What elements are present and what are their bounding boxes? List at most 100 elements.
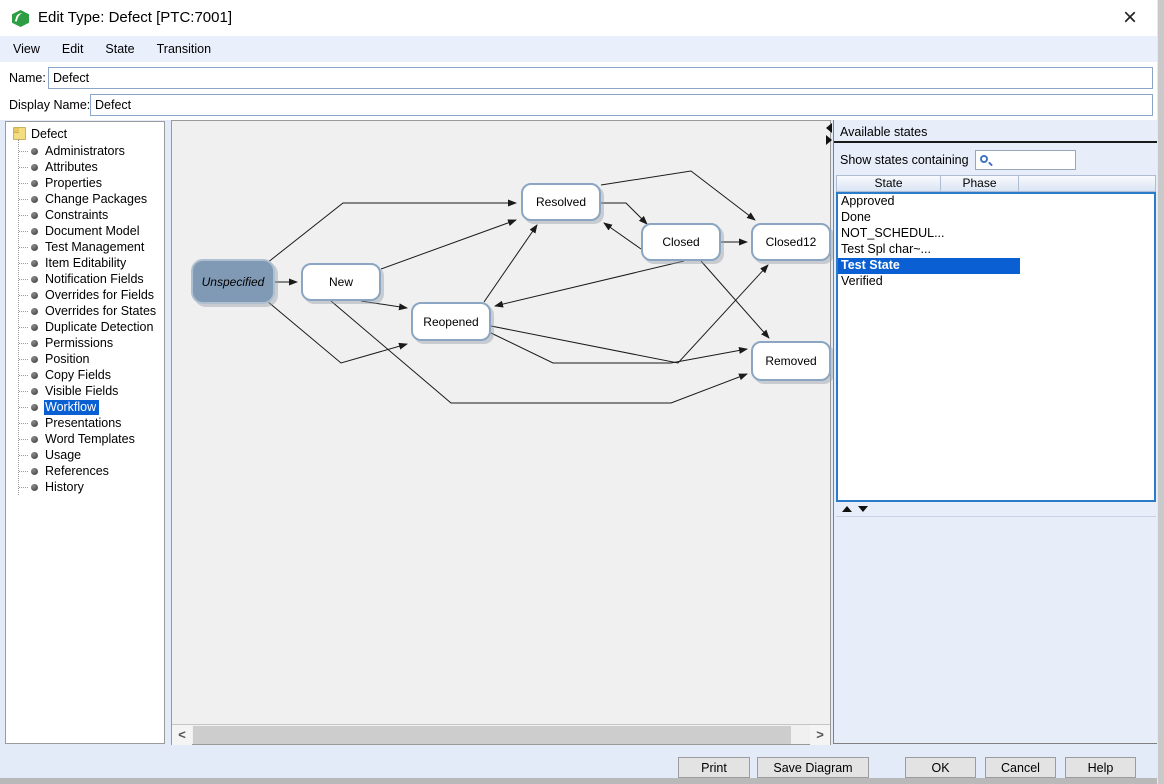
state-node-unspecified[interactable]: Unspecified [191,259,275,304]
menu-edit[interactable]: Edit [51,36,95,62]
tree-item-constraints[interactable]: Constraints [6,207,164,223]
state-node-new[interactable]: New [301,263,381,301]
filter-label: Show states containing [840,153,969,167]
bullet-icon [31,324,38,331]
tree-item-visible-fields[interactable]: Visible Fields [6,383,164,399]
splitter-collapse-left-icon[interactable] [826,123,832,133]
transition-edge-resolved-to-closed12[interactable] [601,171,755,220]
state-row-verified[interactable]: Verified [838,274,1154,290]
tree-item-usage[interactable]: Usage [6,447,164,463]
bullet-icon [31,164,38,171]
save-diagram-button[interactable]: Save Diagram [757,757,869,778]
tree-connector [19,471,28,472]
tree-item-item-editability[interactable]: Item Editability [6,255,164,271]
bullet-icon [31,404,38,411]
tree-item-properties[interactable]: Properties [6,175,164,191]
tree-item-overrides-for-fields[interactable]: Overrides for Fields [6,287,164,303]
transition-edge-reopened-to-closed12[interactable] [491,265,768,363]
state-node-closed[interactable]: Closed [641,223,721,261]
menu-view[interactable]: View [2,36,51,62]
tree-item-word-templates[interactable]: Word Templates [6,431,164,447]
display-name-field[interactable] [90,94,1153,116]
menu-transition[interactable]: Transition [146,36,222,62]
state-row-not-schedul[interactable]: NOT_SCHEDUL... [838,226,1154,242]
tree-item-copy-fields[interactable]: Copy Fields [6,367,164,383]
transition-edge-unspecified-to-resolved[interactable] [267,203,516,263]
transition-edge-closed-to-reopened[interactable] [495,261,684,306]
transition-edge-new-to-resolved[interactable] [381,220,516,269]
splitter-up-icon[interactable] [842,506,852,512]
available-states-panel: Available states Show states containing … [833,120,1157,744]
tree-item-duplicate-detection[interactable]: Duplicate Detection [6,319,164,335]
cancel-button[interactable]: Cancel [985,757,1056,778]
state-row-test-spl-char[interactable]: Test Spl char~... [838,242,1154,258]
transition-edge-resolved-to-closed[interactable] [601,203,647,224]
scrollbar-thumb[interactable] [193,726,791,744]
tree-item-permissions[interactable]: Permissions [6,335,164,351]
state-node-resolved[interactable]: Resolved [521,183,601,221]
bullet-icon [31,276,38,283]
tree-item-label: Overrides for Fields [44,288,157,303]
type-form: Name: Display Name: [0,62,1157,120]
splitter-expand-right-icon[interactable] [826,135,832,145]
states-search-box[interactable] [975,150,1076,170]
state-node-reopened[interactable]: Reopened [411,302,491,341]
tree-connector [19,215,28,216]
tree-item-label: Visible Fields [44,384,121,399]
tree-connector [19,199,28,200]
tree-item-presentations[interactable]: Presentations [6,415,164,431]
tree-connector [19,295,28,296]
tree-item-test-management[interactable]: Test Management [6,239,164,255]
transition-edge-reopened-to-resolved[interactable] [484,225,537,302]
transition-edge-reopened-to-removed[interactable] [491,333,747,363]
ok-button[interactable]: OK [905,757,976,778]
column-header-phase[interactable]: Phase [941,175,1019,192]
tree-item-notification-fields[interactable]: Notification Fields [6,271,164,287]
bullet-icon [31,196,38,203]
window-title: Edit Type: Defect [PTC:7001] [38,9,232,26]
column-header-state[interactable]: State [836,175,941,192]
scroll-left-button[interactable]: < [172,725,192,745]
transition-edge-unspecified-to-reopened[interactable] [267,301,407,363]
bullet-icon [31,180,38,187]
tree-item-document-model[interactable]: Document Model [6,223,164,239]
tree-connector [19,375,28,376]
workflow-diagram-canvas[interactable]: Unspecified New Reopened Resolved Closed Clos… [172,121,830,724]
scroll-right-button[interactable]: > [810,725,830,745]
tree-connector [19,311,28,312]
search-icon [980,155,988,163]
tree-item-label: Item Editability [44,256,129,271]
transition-edge-new-to-removed[interactable] [331,301,747,403]
tree-root-defect[interactable]: Defect [6,125,164,142]
tree-item-history[interactable]: History [6,479,164,495]
tree-item-references[interactable]: References [6,463,164,479]
diagram-horizontal-scrollbar[interactable]: < > [172,724,830,744]
tree-item-administrators[interactable]: Administrators [6,143,164,159]
menu-state[interactable]: State [94,36,145,62]
transition-edge-new-to-reopened[interactable] [361,301,407,308]
state-node-removed[interactable]: Removed [751,341,831,381]
tree-item-position[interactable]: Position [6,351,164,367]
states-filter-row: Show states containing [834,146,1157,174]
tree-item-workflow[interactable]: Workflow [6,399,164,415]
footer-bar: Print Save Diagram OK Cancel Help [0,745,1157,778]
states-search-input[interactable] [992,152,1074,168]
state-row-done[interactable]: Done [838,210,1154,226]
tree-item-attributes[interactable]: Attributes [6,159,164,175]
tree-item-change-packages[interactable]: Change Packages [6,191,164,207]
help-button[interactable]: Help [1065,757,1136,778]
state-row-test-state[interactable]: Test State [838,258,1020,274]
display-name-label: Display Name: [9,98,90,112]
available-states-title: Available states [834,123,1157,143]
state-row-approved[interactable]: Approved [838,194,1154,210]
state-node-closed12[interactable]: Closed12 [751,223,831,261]
name-field[interactable] [48,67,1153,89]
splitter-down-icon[interactable] [858,506,868,512]
tree-item-overrides-for-states[interactable]: Overrides for States [6,303,164,319]
bullet-icon [31,372,38,379]
tree-connector [19,247,28,248]
close-icon[interactable]: × [1117,4,1143,32]
print-button[interactable]: Print [678,757,750,778]
transition-edge-closed-to-resolved[interactable] [604,223,641,249]
tree-connector [19,231,28,232]
